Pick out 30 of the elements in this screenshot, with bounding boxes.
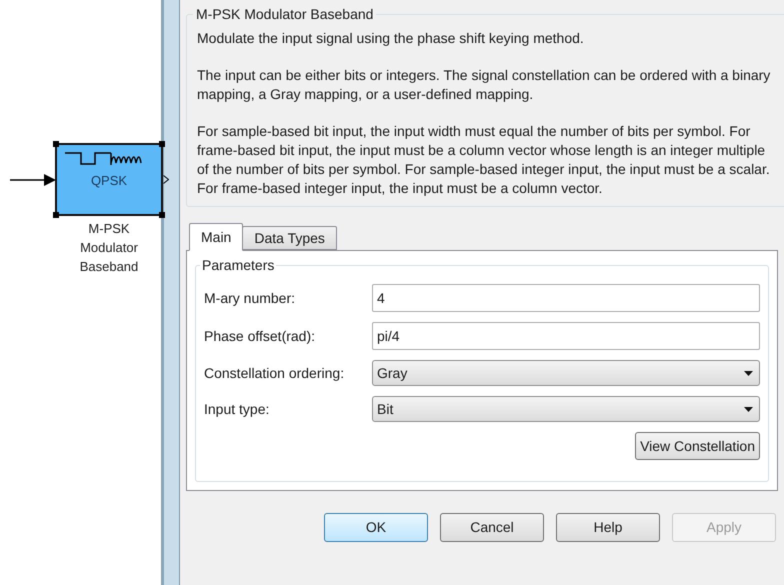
dropdown[interactable]: Bit [372, 396, 760, 422]
selection-handle[interactable] [53, 212, 59, 218]
selection-handle[interactable] [53, 141, 59, 147]
view-constellation-button[interactable]: View Constellation [635, 432, 760, 460]
dropdown-arrow-icon [744, 406, 753, 412]
dialog-button[interactable]: OK [324, 513, 428, 542]
input-arrow [10, 173, 56, 187]
tab[interactable]: Main [189, 223, 244, 251]
dialog-button[interactable]: Cancel [440, 513, 544, 542]
input-field[interactable]: 4 [372, 284, 760, 312]
selection-handle[interactable] [159, 212, 165, 218]
description-text: For sample-based bit input, the input width must equal the number of bits per symbol. For frame-based bit input, the input must be a column vector whose length is an integer multiple of the number of bits per symbol. For sample-based integer input, the input must be a scalar. For frame-based integer input, the input must be a column vector. [197, 122, 771, 198]
block-name: Modulator [80, 239, 138, 257]
field-label: Constellation ordering: [204, 364, 346, 383]
dropdown[interactable]: Gray [372, 360, 760, 386]
block-text: QPSK [90, 172, 128, 190]
modulator-block[interactable]: QPSK [55, 143, 163, 216]
input-field[interactable]: pi/4 [372, 322, 760, 350]
block-name: M-PSK [88, 220, 130, 238]
tab[interactable]: Data Types [242, 226, 337, 250]
block-name: Baseband [80, 258, 138, 276]
field-label: M-ary number: [204, 288, 296, 308]
description-text: The input can be either bits or integers. The signal constellation can be ordered with a binary mapping, a Gray mapping, or a user-defined mapping. [197, 66, 771, 104]
description-text: Modulate the input signal using the phase shift keying method. [197, 29, 585, 48]
selection-handle[interactable] [159, 141, 165, 147]
dialog-button[interactable]: Help [556, 513, 660, 542]
dropdown-arrow-icon [744, 370, 753, 376]
field-label: Phase offset(rad): [204, 326, 316, 346]
output-port-icon [163, 175, 169, 184]
field-label: Input type: [204, 400, 270, 419]
